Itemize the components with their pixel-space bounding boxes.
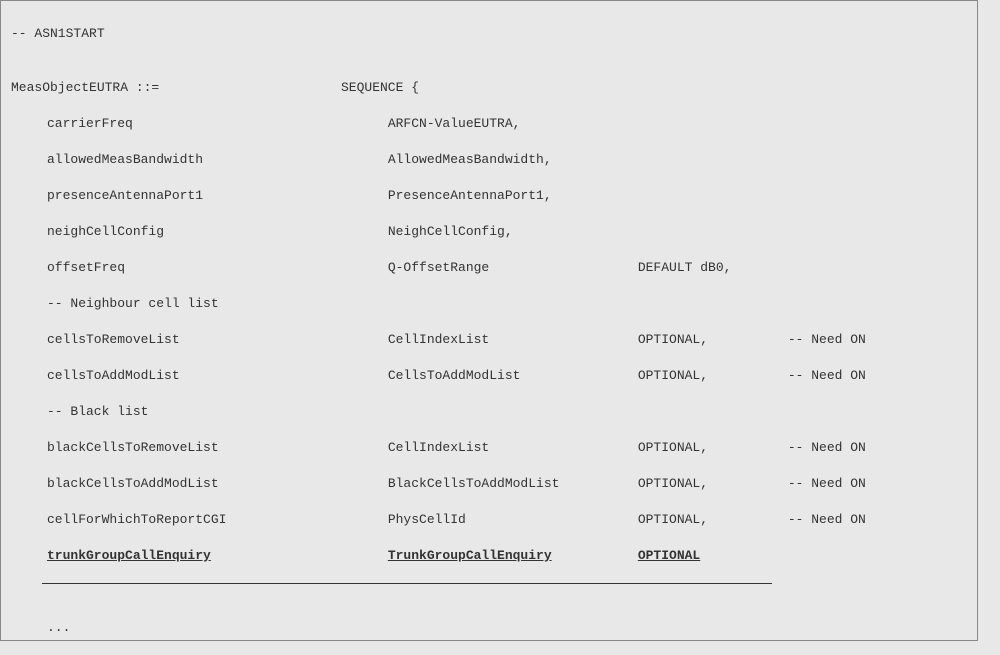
field-name: cellsToAddModList: [11, 367, 341, 385]
field-blackcellstoremove: blackCellsToRemoveList CellIndexListOPTI…: [11, 439, 967, 457]
field-name: cellsToRemoveList: [11, 331, 341, 349]
field-blackcellstoaddmod: blackCellsToAddModList BlackCellsToAddMo…: [11, 475, 967, 493]
field-type: CellIndexList: [388, 331, 638, 349]
field-name: blackCellsToAddModList: [11, 475, 341, 493]
field-type: PhysCellId: [388, 511, 638, 529]
field-name: presenceAntennaPort1: [11, 187, 341, 205]
field-type: AllowedMeasBandwidth,: [388, 151, 638, 169]
ellipsis: ...: [11, 619, 967, 637]
field-trunkgroupcall: trunkGroupCallEnquiry TrunkGroupCallEnqu…: [11, 547, 967, 565]
field-opt: OPTIONAL,: [638, 475, 788, 493]
field-type: CellsToAddModList: [388, 367, 638, 385]
trunk-type: TrunkGroupCallEnquiry: [388, 547, 638, 565]
field-name: carrierFreq: [11, 115, 341, 133]
underline-row: [11, 583, 967, 601]
asn1-start: -- ASN1START: [11, 25, 967, 43]
field-comment: -- Need ON: [788, 475, 866, 493]
field-opt: OPTIONAL,: [638, 511, 788, 529]
field-opt: DEFAULT dB0,: [638, 259, 788, 277]
measobject-type: SEQUENCE {: [341, 80, 419, 95]
field-carrierfreq: carrierFreq ARFCN-ValueEUTRA,: [11, 115, 967, 133]
field-cellforwhichcgi: cellForWhichToReportCGI PhysCellIdOPTION…: [11, 511, 967, 529]
measobject-name: MeasObjectEUTRA ::=: [11, 79, 341, 97]
field-type: NeighCellConfig,: [388, 223, 638, 241]
field-type: BlackCellsToAddModList: [388, 475, 638, 493]
field-comment: -- Need ON: [788, 367, 866, 385]
field-opt: OPTIONAL,: [638, 367, 788, 385]
field-name: allowedMeasBandwidth: [11, 151, 341, 169]
field-offsetfreq: offsetFreq Q-OffsetRangeDEFAULT dB0,: [11, 259, 967, 277]
field-comment: -- Need ON: [788, 439, 866, 457]
field-comment: -- Need ON: [788, 331, 866, 349]
field-presenceantenna: presenceAntennaPort1 PresenceAntennaPort…: [11, 187, 967, 205]
trunk-opt: OPTIONAL: [638, 547, 788, 565]
comment-neighbour: -- Neighbour cell list: [11, 295, 967, 313]
field-neighcellconfig: neighCellConfig NeighCellConfig,: [11, 223, 967, 241]
field-name: cellForWhichToReportCGI: [11, 511, 341, 529]
field-allowedmeasbw: allowedMeasBandwidth AllowedMeasBandwidt…: [11, 151, 967, 169]
field-name: blackCellsToRemoveList: [11, 439, 341, 457]
field-type: Q-OffsetRange: [388, 259, 638, 277]
field-type: PresenceAntennaPort1,: [388, 187, 638, 205]
horizontal-rule: [42, 581, 772, 584]
field-cellstoremove: cellsToRemoveList CellIndexListOPTIONAL,…: [11, 331, 967, 349]
field-type: CellIndexList: [388, 439, 638, 457]
field-opt: OPTIONAL,: [638, 439, 788, 457]
field-name: neighCellConfig: [11, 223, 341, 241]
field-name: offsetFreq: [11, 259, 341, 277]
field-opt: OPTIONAL,: [638, 331, 788, 349]
field-cellstoaddmod: cellsToAddModList CellsToAddModListOPTIO…: [11, 367, 967, 385]
field-comment: -- Need ON: [788, 511, 866, 529]
asn1-code-block: -- ASN1START MeasObjectEUTRA ::=SEQUENCE…: [0, 0, 978, 641]
field-type: ARFCN-ValueEUTRA,: [388, 115, 638, 133]
comment-blacklist: -- Black list: [11, 403, 967, 421]
trunk-name: trunkGroupCallEnquiry: [11, 547, 341, 565]
measobject-decl: MeasObjectEUTRA ::=SEQUENCE {: [11, 79, 967, 97]
